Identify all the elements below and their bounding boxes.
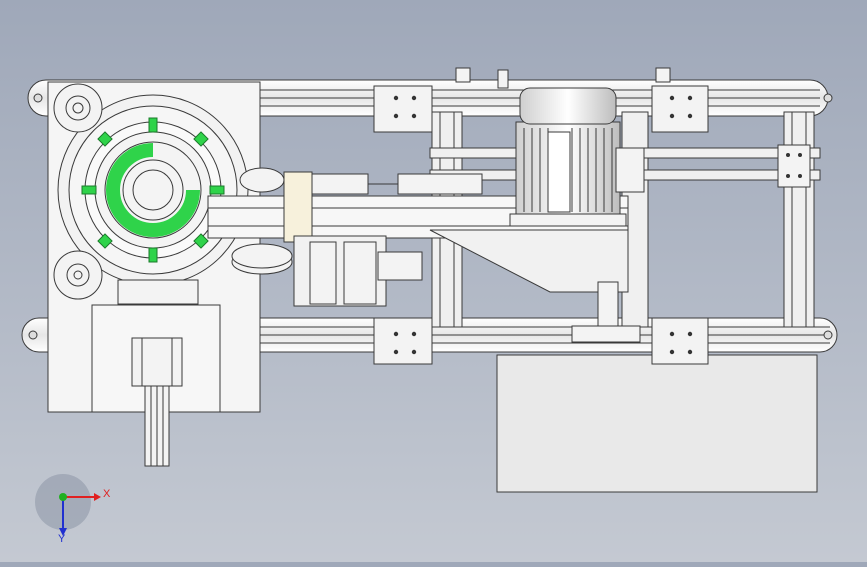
y-axis-label: Y xyxy=(58,533,66,545)
cad-viewport[interactable]: X Y xyxy=(0,0,867,562)
x-axis-label: X xyxy=(103,488,111,500)
idler-pulley-top xyxy=(53,83,103,133)
belt-pulley-left xyxy=(239,167,285,193)
machine-assembly-drawing: X Y xyxy=(21,67,838,545)
idler-pulley-bottom xyxy=(53,250,103,300)
coordinate-triad: X Y xyxy=(35,474,111,545)
z-axis-marker xyxy=(59,493,67,501)
base-plate-right xyxy=(496,354,818,493)
